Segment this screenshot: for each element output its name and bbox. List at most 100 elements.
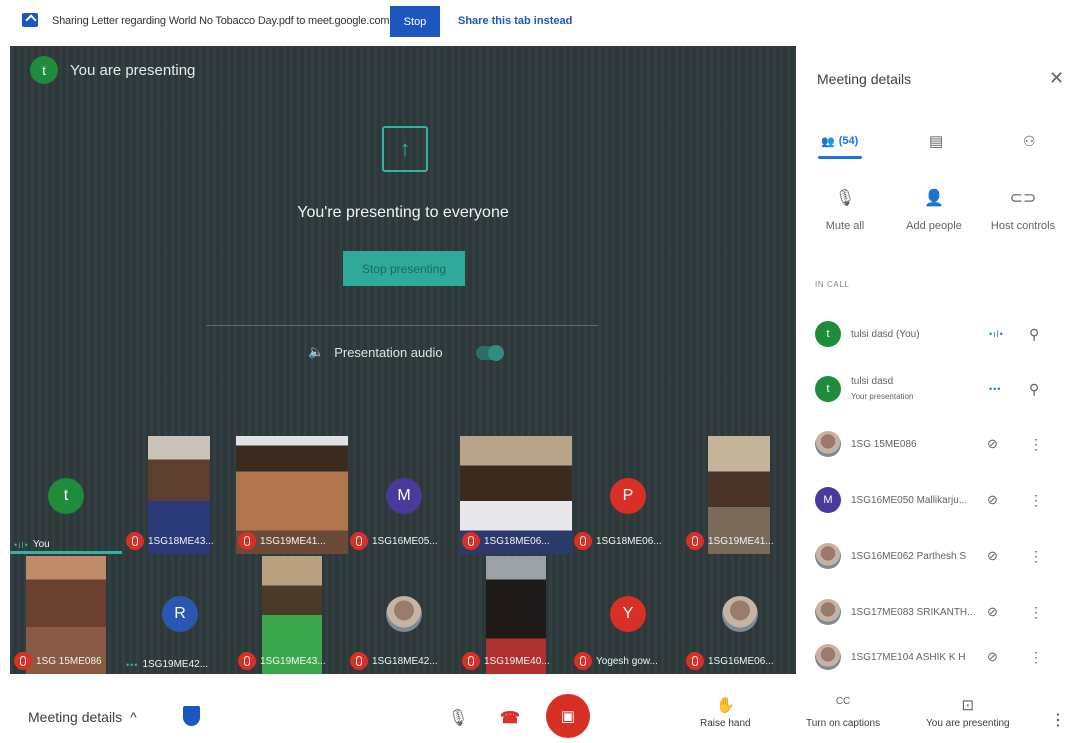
tile-label: •ıl• You [14, 539, 50, 550]
more-options-icon[interactable]: ⋮ [1029, 649, 1043, 666]
share-this-tab-link[interactable]: Share this tab instead [458, 15, 572, 27]
tile-label: 1SG18ME06... [574, 532, 662, 550]
stop-sharing-button[interactable]: Stop [390, 6, 440, 37]
tile-label: 1SG 15ME086 [14, 652, 102, 670]
active-speaker-bar [10, 551, 122, 554]
present-icon: ⊡ [961, 697, 975, 714]
tab-people[interactable]: 👥 (54) [821, 124, 858, 158]
participant-row[interactable]: 1SG17ME083 SRIKANTH... ⊘ ⋮ [797, 584, 1070, 640]
tile-name: 1SG19ME41... [260, 535, 326, 547]
participant-tile[interactable]: 1SG19ME41... [682, 436, 794, 554]
meeting-stage: t You are presenting ↑ You're presenting… [10, 46, 796, 674]
bottom-bar: Meeting details ^ 🎙 ☎ ▣ ✋ Raise hand CC … [0, 674, 1070, 743]
participant-tile[interactable]: P 1SG18ME06... [570, 436, 682, 554]
participant-row[interactable]: 1SG17ME104 ASHIK K H ⊘ ⋮ [797, 640, 1070, 674]
avatar: P [610, 478, 646, 514]
captions-label: Turn on captions [806, 718, 881, 729]
presenting-label: You are presenting [70, 61, 196, 79]
mic-off-icon: ⊘ [987, 604, 998, 619]
stop-presenting-button[interactable]: Stop presenting [343, 251, 465, 286]
avatar: R [162, 596, 198, 632]
shield-icon[interactable] [183, 706, 200, 726]
tile-label: 1SG19ME41... [686, 532, 774, 550]
host-controls-button[interactable]: ⊂⊃ Host controls [983, 188, 1063, 232]
tile-name: 1SG19ME42... [142, 659, 209, 670]
participant-tile[interactable]: 1SG19ME43... [234, 556, 346, 674]
toggle-icon: ⊂⊃ [1009, 190, 1037, 207]
participant-tile[interactable]: 1SG18ME42... [346, 556, 458, 674]
meeting-details-panel: Meeting details ✕ 👥 (54) ▤ ⚇ 🎙 Mute all … [797, 46, 1070, 674]
presenting-indicator: t You are presenting [30, 56, 195, 84]
share-bar: Sharing Letter regarding World No Tobacc… [0, 0, 1070, 44]
pin-icon[interactable]: ⚲ [1029, 326, 1039, 343]
participant-row[interactable]: 1SG 15ME086 ⊘ ⋮ [797, 416, 1070, 472]
mic-icon[interactable]: 🎙 [448, 708, 468, 728]
participant-name: 1SG 15ME086 [851, 438, 917, 450]
avatar [815, 599, 841, 625]
participant-name: tulsi dasd [851, 376, 894, 387]
participant-tile[interactable]: 1SG19ME41... [234, 436, 348, 554]
participant-tile[interactable]: 1SG 15ME086 [10, 556, 122, 674]
more-options-icon[interactable]: ⋮ [1029, 548, 1043, 565]
participant-tile[interactable]: 1SG18ME43... [122, 436, 234, 554]
tile-name: 1SG18ME42... [372, 655, 438, 667]
close-icon[interactable]: ✕ [1049, 68, 1064, 89]
tile-name: 1SG19ME43... [260, 655, 326, 667]
tile-label: 1SG16ME05... [350, 532, 438, 550]
mic-off-icon [350, 652, 368, 670]
chevron-up-icon: ^ [130, 709, 137, 725]
mute-all-button[interactable]: 🎙 Mute all [805, 188, 885, 232]
captions-button[interactable]: CC Turn on captions [806, 696, 880, 729]
participant-tile[interactable]: 1SG16ME06... [682, 556, 794, 674]
participant-row[interactable]: M 1SG16ME050 Mallikarju... ⊘ ⋮ [797, 472, 1070, 528]
presenting-label: You are presenting [926, 718, 1010, 729]
participant-row[interactable]: t tulsi dasd (You) •ıl• ⚲ [797, 306, 1070, 362]
mic-off-icon: 🎙 [834, 190, 856, 207]
presenting-title: You're presenting to everyone [297, 204, 509, 221]
tile-name: 1SG19ME41... [708, 535, 774, 547]
presenting-button[interactable]: ⊡ You are presenting [926, 696, 1010, 729]
more-options-icon[interactable]: ⋮ [1050, 710, 1066, 730]
participant-tile[interactable]: 1SG19ME40... [458, 556, 570, 674]
mic-off-icon [574, 532, 592, 550]
hang-up-icon[interactable]: ☎ [500, 708, 520, 728]
add-people-button[interactable]: 👤 Add people [894, 188, 974, 232]
participant-row[interactable]: t tulsi dasd Your presentation ••• ⚲ [797, 361, 1070, 417]
more-options-icon[interactable]: ⋮ [1029, 604, 1043, 621]
raise-hand-button[interactable]: ✋ Raise hand [700, 696, 751, 729]
camera-off-button[interactable]: ▣ [546, 694, 590, 738]
tile-name: You [32, 539, 50, 550]
avatar: M [386, 478, 422, 514]
tile-label: ••• 1SG19ME42... [126, 659, 208, 670]
tile-label: 1SG19ME40... [462, 652, 550, 670]
meeting-details-button[interactable]: Meeting details ^ [28, 709, 137, 725]
captions-icon: CC [835, 696, 851, 707]
more-options-icon[interactable]: ⋮ [1029, 436, 1043, 453]
participant-row[interactable]: 1SG16ME062 Parthesh S ⊘ ⋮ [797, 528, 1070, 584]
participant-tile[interactable]: R ••• 1SG19ME42... [122, 556, 234, 674]
speaking-indicator-icon: ••• [126, 659, 139, 670]
activities-icon: ⚇ [1023, 132, 1036, 149]
participant-tile[interactable]: 1SG18ME06... [458, 436, 572, 554]
more-options-icon[interactable]: ⋮ [1029, 492, 1043, 509]
speaking-indicator-icon: ••• [989, 384, 1002, 394]
mic-off-icon [462, 532, 480, 550]
tab-chat[interactable]: ▤ [929, 124, 943, 158]
mic-off-icon [238, 652, 256, 670]
mic-off-icon: ⊘ [987, 649, 998, 664]
panel-title: Meeting details [817, 71, 912, 87]
participant-tile[interactable]: M 1SG16ME05... [346, 436, 458, 554]
participant-tile[interactable]: Y Yogesh gow... [570, 556, 682, 674]
tile-name: 1SG18ME43... [148, 535, 214, 547]
tile-label: 1SG19ME43... [238, 652, 326, 670]
meeting-details-label: Meeting details [28, 709, 123, 725]
tile-label: 1SG16ME06... [686, 652, 774, 670]
presentation-audio-toggle[interactable] [476, 345, 504, 361]
pin-icon[interactable]: ⚲ [1029, 381, 1039, 398]
in-call-heading: IN CALL [815, 280, 850, 289]
participant-tile-you[interactable]: t •ıl• You [10, 436, 122, 554]
add-person-icon: 👤 [924, 190, 944, 207]
tab-activities[interactable]: ⚇ [1023, 124, 1036, 158]
raise-hand-label: Raise hand [700, 718, 751, 729]
mic-off-icon [126, 532, 144, 550]
